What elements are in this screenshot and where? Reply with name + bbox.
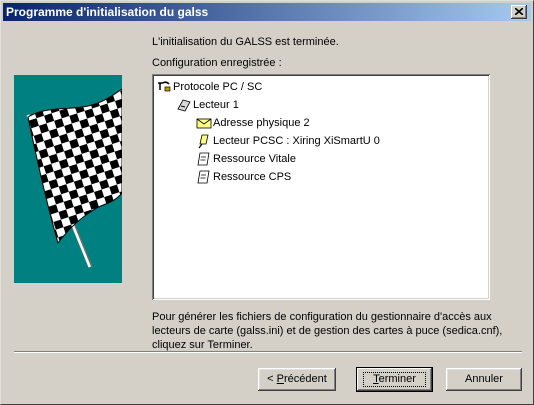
config-tree[interactable]: Protocole PC / SC Lecteur 1 Adresse phys… [152, 74, 490, 300]
finish-button[interactable]: Terminer [357, 368, 432, 391]
instructions-text: Pour générer les fichiers de configurati… [152, 311, 503, 351]
checkered-flag-banner [14, 75, 122, 283]
separator [14, 351, 522, 353]
checkered-flag-icon [26, 88, 122, 268]
tree-node-label: Adresse physique 2 [213, 117, 310, 129]
tree-node-label: Lecteur 1 [193, 99, 239, 111]
protocol-icon [158, 81, 171, 92]
close-icon [515, 8, 523, 15]
config-label: Configuration enregistrée : [152, 57, 282, 69]
tree-node-label: Protocole PC / SC [173, 81, 263, 93]
card-resource-icon [197, 170, 210, 184]
window-title: Programme d'initialisation du galss [6, 5, 209, 19]
pcsc-reader-icon [198, 134, 209, 149]
envelope-icon [196, 118, 212, 129]
tree-node-label: Ressource Vitale [213, 153, 296, 165]
focus-rectangle [363, 372, 426, 387]
back-button[interactable]: < Précédent [258, 368, 336, 391]
close-button[interactable] [511, 5, 527, 19]
title-bar[interactable]: Programme d'initialisation du galss [3, 3, 531, 21]
tree-node-label: Ressource CPS [213, 171, 292, 183]
status-text: L'initialisation du GALSS est terminée. [152, 36, 339, 48]
tree-node-label: Lecteur PCSC : Xiring XiSmartU 0 [213, 135, 380, 147]
cancel-button-label: Annuler [465, 373, 503, 385]
card-resource-icon [197, 152, 210, 166]
card-reader-icon [177, 99, 191, 112]
cancel-button[interactable]: Annuler [446, 368, 522, 391]
back-button-label: < Précédent [267, 373, 327, 385]
